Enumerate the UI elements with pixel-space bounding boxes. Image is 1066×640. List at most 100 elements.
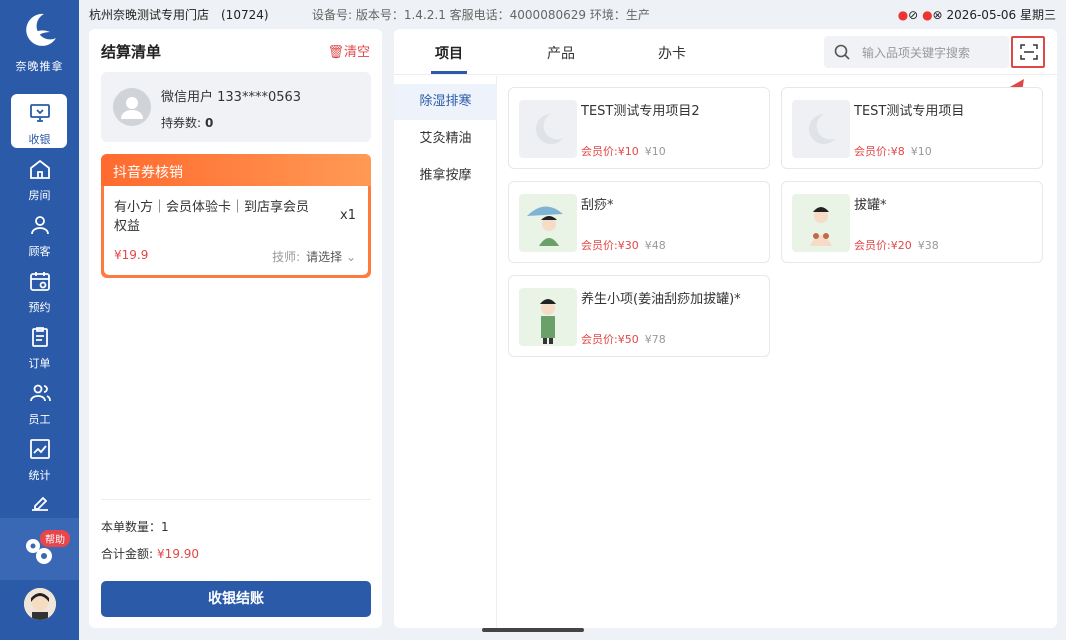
tab-underline — [431, 71, 467, 74]
staff-icon — [29, 384, 51, 402]
tab-projects[interactable]: 项目 — [435, 43, 463, 63]
avatar[interactable] — [24, 588, 56, 620]
date-text: 2026-05-06 星期三 — [946, 8, 1056, 22]
divider — [101, 499, 371, 500]
catalog-tabs: 项目 产品 办卡 输入品项关键字搜索 — [394, 29, 1057, 75]
calendar-icon — [29, 272, 50, 291]
help-button[interactable]: 帮助 — [0, 518, 79, 580]
sidebar-item-label: 订单 — [28, 357, 51, 370]
sidebar-item-label: 房间 — [28, 189, 51, 202]
total-amount: ¥19.90 — [157, 547, 200, 561]
coupons-count: 0 — [205, 116, 214, 130]
catalog-panel: 项目 产品 办卡 输入品项关键字搜索 除湿排寒 艾灸精油 推拿按摩 TEST测试… — [394, 29, 1057, 628]
order-quantity: 本单数量：1 — [101, 520, 169, 534]
clear-label: 清空 — [343, 45, 370, 60]
moon-logo-icon — [25, 13, 56, 46]
logo-text: 奈晚推拿 — [15, 60, 64, 73]
service-card[interactable]: TEST测试专用项目2 会员价:¥10 ¥10 — [508, 87, 770, 169]
service-card[interactable]: 刮痧* 会员价:¥30 ¥48 — [508, 181, 770, 263]
sidebar: 奈晚推拿 收银 房间 顾客 预约 订单 员工 统计 帮助 — [0, 0, 79, 640]
technician-label: 技师: — [272, 250, 301, 264]
chevron-down-icon: ⌄ — [342, 250, 356, 264]
placeholder-logo-icon — [792, 100, 850, 158]
status-bar: 杭州奈晚测试专用门店 (10724) 设备号: 版本号：1.4.2.1 客服电话… — [79, 0, 1066, 28]
category-list: 除湿排寒 艾灸精油 推拿按摩 — [394, 76, 497, 628]
service-name: 养生小项(姜油刮痧加拔罐)* — [581, 292, 741, 307]
service-name: TEST测试专用项目2 — [581, 104, 700, 119]
service-price: 会员价:¥20 ¥38 — [854, 237, 939, 253]
sidebar-item-customers[interactable]: 顾客 — [0, 206, 79, 260]
avatar-image — [24, 588, 56, 620]
search-input[interactable]: 输入品项关键字搜索 — [824, 36, 1009, 68]
settings-icon — [31, 496, 48, 511]
clipboard-icon — [31, 327, 48, 347]
member-card[interactable]: 微信用户 133****0563 持券数: 0 — [101, 72, 371, 142]
service-card[interactable]: 拔罐* 会员价:¥20 ¥38 — [781, 181, 1043, 263]
sidebar-item-staff[interactable]: 员工 — [0, 374, 79, 428]
member-coupons: 持券数: 0 — [161, 114, 213, 131]
sidebar-item-label: 员工 — [28, 413, 51, 426]
help-badge: 帮助 — [40, 530, 70, 547]
service-name: 刮痧* — [581, 198, 614, 213]
tab-products[interactable]: 产品 — [547, 43, 575, 63]
sidebar-item-statistics[interactable]: 统计 — [0, 430, 79, 484]
order-total: 合计金额: ¥19.90 — [101, 545, 199, 562]
service-name: TEST测试专用项目 — [854, 104, 965, 119]
technician-value: 请选择 — [306, 250, 343, 264]
scan-icon — [1020, 44, 1038, 60]
sidebar-item-label: 统计 — [28, 469, 51, 482]
original-price: ¥48 — [644, 239, 666, 252]
sidebar-item-label: 顾客 — [28, 245, 51, 258]
coupon-header: 抖音券核销 — [101, 154, 371, 186]
member-price: 会员价:¥20 — [854, 239, 912, 252]
category-item[interactable]: 除湿排寒 — [394, 84, 497, 120]
home-indicator[interactable] — [482, 628, 584, 632]
sidebar-item-settings[interactable] — [0, 486, 79, 518]
coupon-price: ¥19.9 — [114, 248, 149, 262]
tab-cards[interactable]: 办卡 — [658, 43, 686, 63]
category-item[interactable]: 艾灸精油 — [394, 121, 497, 157]
sidebar-item-label: 预约 — [28, 301, 51, 314]
sidebar-item-cashier[interactable]: 收银 — [0, 94, 79, 148]
member-price: 会员价:¥30 — [581, 239, 639, 252]
category-item[interactable]: 推拿按摩 — [394, 158, 497, 194]
sidebar-item-orders[interactable]: 订单 — [0, 318, 79, 372]
original-price: ¥10 — [644, 145, 666, 158]
checkout-panel: 结算清单 🗑清空 微信用户 133****0563 持券数: 0 抖音券核销 有小… — [89, 29, 382, 628]
service-card[interactable]: 养生小项(姜油刮痧加拔罐)* 会员价:¥50 ¥78 — [508, 275, 770, 357]
cupping-illustration-icon — [792, 194, 850, 252]
member-avatar-icon — [113, 88, 151, 126]
wellness-illustration-icon — [519, 288, 577, 346]
member-price: 会员价:¥8 — [854, 145, 905, 158]
original-price: ¥38 — [917, 239, 939, 252]
chart-icon — [29, 439, 50, 459]
service-name: 拔罐* — [854, 198, 887, 213]
original-price: ¥10 — [910, 145, 932, 158]
clear-button[interactable]: 🗑清空 — [327, 41, 370, 60]
checkout-button[interactable]: 收银结账 — [101, 581, 371, 617]
sidebar-item-rooms[interactable]: 房间 — [0, 150, 79, 204]
service-price: 会员价:¥50 ¥78 — [581, 331, 666, 347]
scanner-off-icon: ⊗ — [932, 8, 943, 22]
clock: ●⊘ ●⊗ 2026-05-06 星期三 — [897, 8, 1056, 22]
member-price: 会员价:¥10 — [581, 145, 639, 158]
checkout-title: 结算清单 — [101, 43, 162, 61]
gua-sha-illustration-icon — [519, 194, 577, 252]
technician-select[interactable]: 技师: 请选择 ⌄ — [272, 248, 356, 265]
search-icon — [834, 44, 850, 60]
service-price: 会员价:¥30 ¥48 — [581, 237, 666, 253]
member-name: 微信用户 133****0563 — [161, 90, 302, 105]
trash-icon: 🗑 — [327, 45, 344, 60]
app-logo: 奈晚推拿 — [0, 10, 79, 74]
device-meta: 设备号: 版本号：1.4.2.1 客服电话：4000080629 环境：生产 — [312, 8, 650, 22]
search-placeholder: 输入品项关键字搜索 — [862, 46, 971, 60]
member-price: 会员价:¥50 — [581, 333, 639, 346]
original-price: ¥78 — [644, 333, 666, 346]
scan-button[interactable] — [1011, 36, 1045, 68]
douyin-coupon-card: 抖音券核销 有小方｜会员体验卡｜到店享会员权益 x1 ¥19.9 技师: 请选择 … — [101, 154, 371, 278]
service-card[interactable]: TEST测试专用项目 会员价:¥8 ¥10 — [781, 87, 1043, 169]
coupon-quantity: x1 — [340, 208, 356, 223]
sidebar-item-appointments[interactable]: 预约 — [0, 262, 79, 316]
home-icon — [29, 159, 50, 179]
coupon-description: 有小方｜会员体验卡｜到店享会员权益 — [114, 200, 310, 234]
